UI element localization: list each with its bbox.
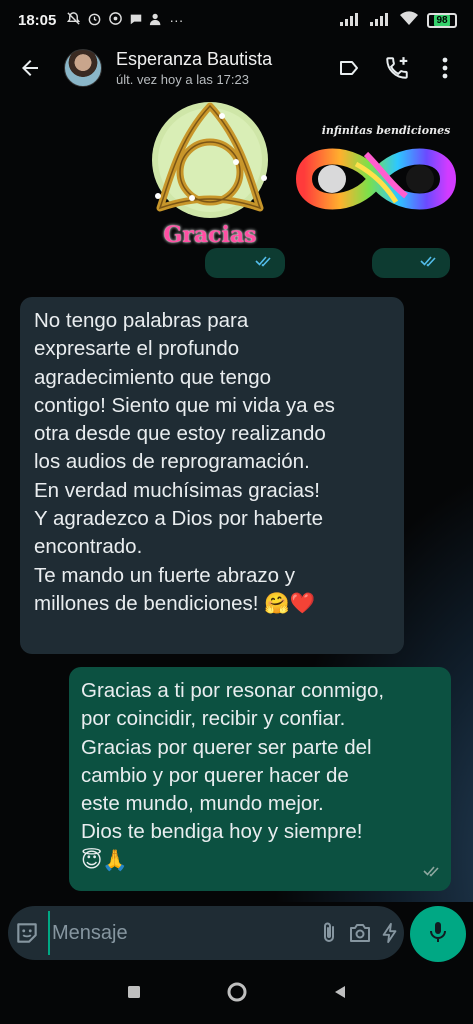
sticker-icon[interactable] xyxy=(14,911,40,955)
more-vert-icon[interactable] xyxy=(421,44,469,92)
status-bar: 18:05 ··· 98 xyxy=(0,0,473,40)
outgoing-message[interactable]: Gracias a ti por resonar conmigo, por co… xyxy=(69,667,451,891)
recents-icon[interactable] xyxy=(126,984,142,1005)
wifi-icon xyxy=(399,11,419,29)
sticker-status-pill xyxy=(205,248,285,278)
whatsapp-icon xyxy=(108,11,123,29)
message-input-bar xyxy=(8,906,404,960)
sticker-status-pill-2 xyxy=(372,248,450,278)
chat-header: Esperanza Bautista últ. vez hoy a las 17… xyxy=(0,40,473,96)
signal-icon xyxy=(339,12,361,29)
outgoing-message-text: Gracias a ti por resonar conmigo, por co… xyxy=(81,679,385,872)
incoming-message[interactable]: No tengo palabras para expresarte el pro… xyxy=(20,297,404,654)
signal-icon-2 xyxy=(369,12,391,29)
lightning-icon[interactable] xyxy=(379,911,401,955)
status-time: 18:05 xyxy=(18,11,57,29)
more-dots-icon: ··· xyxy=(169,12,184,28)
battery-icon: 98 xyxy=(427,12,457,28)
back-arrow-icon[interactable] xyxy=(6,44,54,92)
attach-icon[interactable] xyxy=(317,911,341,955)
chat-icon xyxy=(129,12,143,29)
sticker-infinitas-text: infinitas bendiciones xyxy=(321,124,451,137)
mic-icon xyxy=(426,919,450,950)
camera-icon[interactable] xyxy=(347,911,373,955)
add-call-icon[interactable] xyxy=(373,44,421,92)
alarm-icon xyxy=(87,11,102,29)
composer xyxy=(0,904,473,964)
triquetra-knot-image xyxy=(152,102,268,218)
contact-info[interactable]: Esperanza Bautista últ. vez hoy a las 17… xyxy=(116,49,325,87)
sticker-gracias-text: Gracias xyxy=(163,222,257,248)
infinity-rainbow-image xyxy=(295,148,457,210)
sticker-infinitas-bendiciones[interactable]: infinitas bendiciones xyxy=(295,124,457,224)
message-input[interactable] xyxy=(48,911,317,955)
mute-icon xyxy=(66,11,81,29)
back-triangle-icon[interactable] xyxy=(332,984,348,1005)
home-icon[interactable] xyxy=(226,981,248,1008)
label-icon[interactable] xyxy=(325,44,373,92)
contact-name: Esperanza Bautista xyxy=(116,49,273,69)
chat-area[interactable]: Gracias infinitas bendiciones No tengo p… xyxy=(0,96,473,902)
delivered-ticks-icon xyxy=(423,857,443,885)
person-icon xyxy=(149,12,163,29)
incoming-message-text: No tengo palabras para expresarte el pro… xyxy=(34,309,335,615)
mic-button[interactable] xyxy=(410,906,466,962)
avatar[interactable] xyxy=(64,49,102,87)
system-nav-bar xyxy=(0,964,473,1024)
last-seen: últ. vez hoy a las 17:23 xyxy=(116,72,249,87)
sticker-gracias[interactable]: Gracias xyxy=(140,98,280,248)
read-ticks-icon xyxy=(255,254,275,272)
read-ticks-icon xyxy=(420,254,440,272)
battery-level: 98 xyxy=(434,14,450,26)
